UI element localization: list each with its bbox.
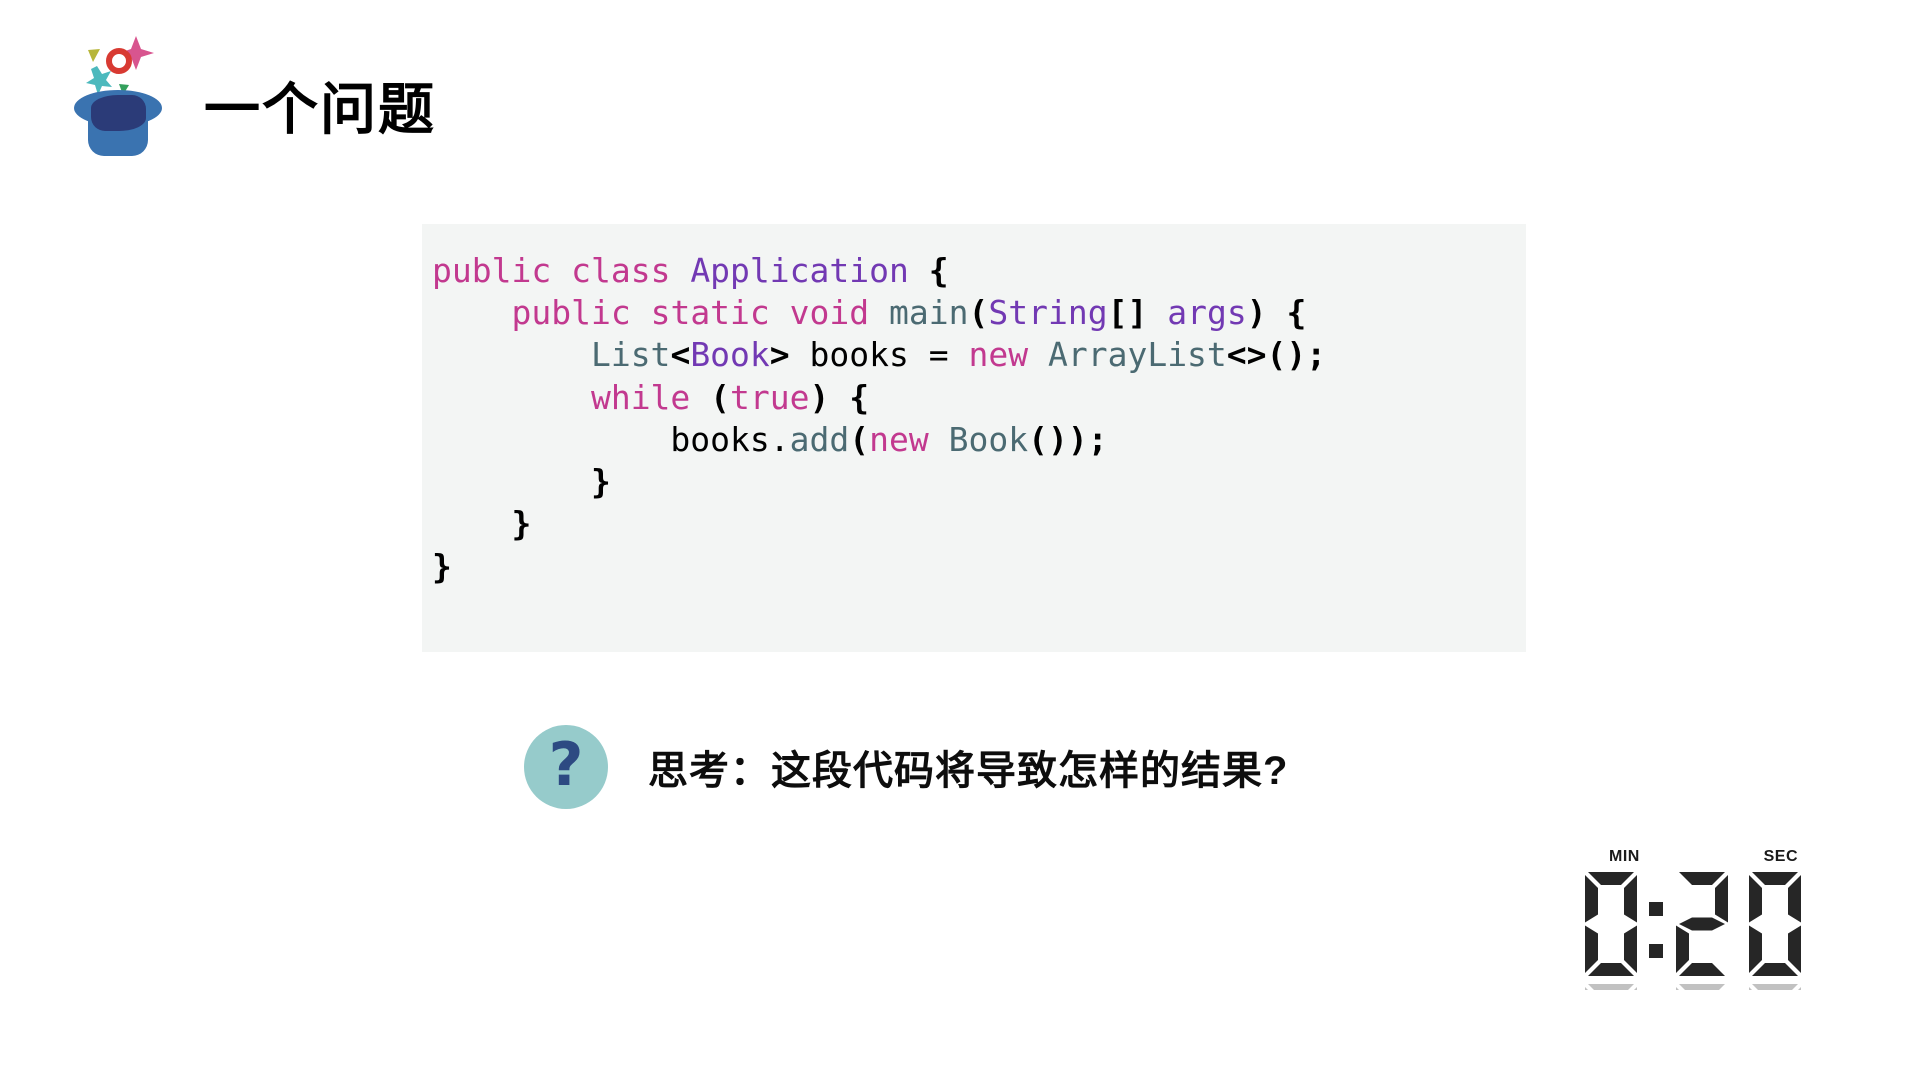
code-token: [] bbox=[1107, 293, 1148, 333]
code-token: String bbox=[988, 293, 1108, 333]
code-token: } bbox=[511, 504, 532, 544]
code-token: } bbox=[590, 462, 611, 502]
timer-segment bbox=[1624, 875, 1637, 923]
slide-header: 一个问题 bbox=[62, 18, 436, 158]
code-token: add bbox=[789, 419, 850, 459]
code-token: public bbox=[511, 293, 631, 333]
code-token: ( bbox=[710, 377, 731, 417]
code-block-panel: public class Application { public static… bbox=[422, 224, 1526, 652]
timer-sec-label: SEC bbox=[1763, 848, 1798, 865]
code-token: = bbox=[928, 335, 949, 375]
code-token: Book bbox=[948, 419, 1029, 459]
timer-segment bbox=[1749, 925, 1762, 973]
timer-min-label: MIN bbox=[1609, 848, 1640, 865]
timer-segment bbox=[1676, 925, 1689, 973]
code-token: { bbox=[1286, 293, 1307, 333]
code-token: } bbox=[432, 546, 452, 586]
code-token: . bbox=[769, 419, 790, 459]
timer-segment bbox=[1585, 875, 1598, 923]
code-token: Book bbox=[690, 335, 770, 375]
countdown-timer: MIN SEC bbox=[1583, 848, 1805, 998]
code-token: args bbox=[1167, 293, 1247, 333]
timer-segment bbox=[1715, 875, 1728, 923]
question-text: 思考：这段代码将导致怎样的结果? bbox=[648, 749, 1289, 793]
question-prompt-row: ? 思考：这段代码将导致怎样的结果? bbox=[524, 725, 1288, 809]
code-token: ) bbox=[809, 377, 830, 417]
timer-reflection-mask bbox=[1583, 990, 1805, 996]
code-token: static bbox=[650, 293, 770, 333]
timer-segment bbox=[1749, 875, 1762, 923]
code-token: books bbox=[670, 419, 770, 459]
timer-segment bbox=[1788, 875, 1801, 923]
code-token: new bbox=[968, 335, 1029, 375]
code-token: new bbox=[869, 419, 929, 459]
code-token: > bbox=[769, 335, 790, 375]
question-mark-icon: ? bbox=[524, 725, 608, 809]
code-token: Application bbox=[690, 251, 909, 290]
code-token: < bbox=[670, 335, 691, 375]
timer-segment bbox=[1679, 963, 1725, 976]
code-token: void bbox=[789, 293, 870, 333]
slide-canvas: 一个问题 public class Application { public s… bbox=[0, 0, 1920, 1080]
timer-seven-segment-display bbox=[1583, 872, 1805, 996]
code-token: ArrayList bbox=[1047, 335, 1227, 375]
code-token: ( bbox=[849, 419, 870, 459]
timer-segment bbox=[1588, 963, 1634, 976]
code-token: books bbox=[789, 335, 929, 375]
timer-unit-labels: MIN SEC bbox=[1587, 848, 1802, 868]
timer-segment bbox=[1624, 925, 1637, 973]
code-token: <>(); bbox=[1226, 335, 1327, 375]
code-token: public bbox=[432, 251, 552, 290]
timer-segment bbox=[1588, 872, 1634, 885]
code-token: List bbox=[590, 335, 671, 375]
magic-hat-icon bbox=[74, 36, 162, 156]
code-token: true bbox=[730, 377, 810, 417]
timer-segment bbox=[1788, 925, 1801, 973]
code-token: while bbox=[590, 377, 691, 417]
code-token: ) bbox=[1246, 293, 1267, 333]
code-token: ()); bbox=[1028, 419, 1108, 459]
timer-segment bbox=[1585, 925, 1598, 973]
confetti-triangle-olive bbox=[88, 49, 100, 62]
page-title: 一个问题 bbox=[204, 78, 436, 141]
timer-segment bbox=[1679, 872, 1725, 885]
timer-segment bbox=[1679, 917, 1725, 931]
code-token: { bbox=[928, 251, 949, 290]
code-token: { bbox=[849, 377, 870, 417]
timer-colon-dot bbox=[1649, 944, 1663, 958]
code-token: ( bbox=[968, 293, 989, 333]
code-token: main bbox=[889, 293, 969, 333]
timer-colon-dot bbox=[1649, 902, 1663, 916]
question-mark-glyph: ? bbox=[548, 730, 584, 800]
timer-segment bbox=[1752, 872, 1798, 885]
hat-band bbox=[91, 95, 146, 131]
confetti-ring-red bbox=[106, 48, 132, 74]
code-token: class bbox=[571, 251, 671, 290]
timer-segment bbox=[1752, 963, 1798, 976]
java-code-snippet: public class Application { public static… bbox=[432, 250, 1326, 588]
